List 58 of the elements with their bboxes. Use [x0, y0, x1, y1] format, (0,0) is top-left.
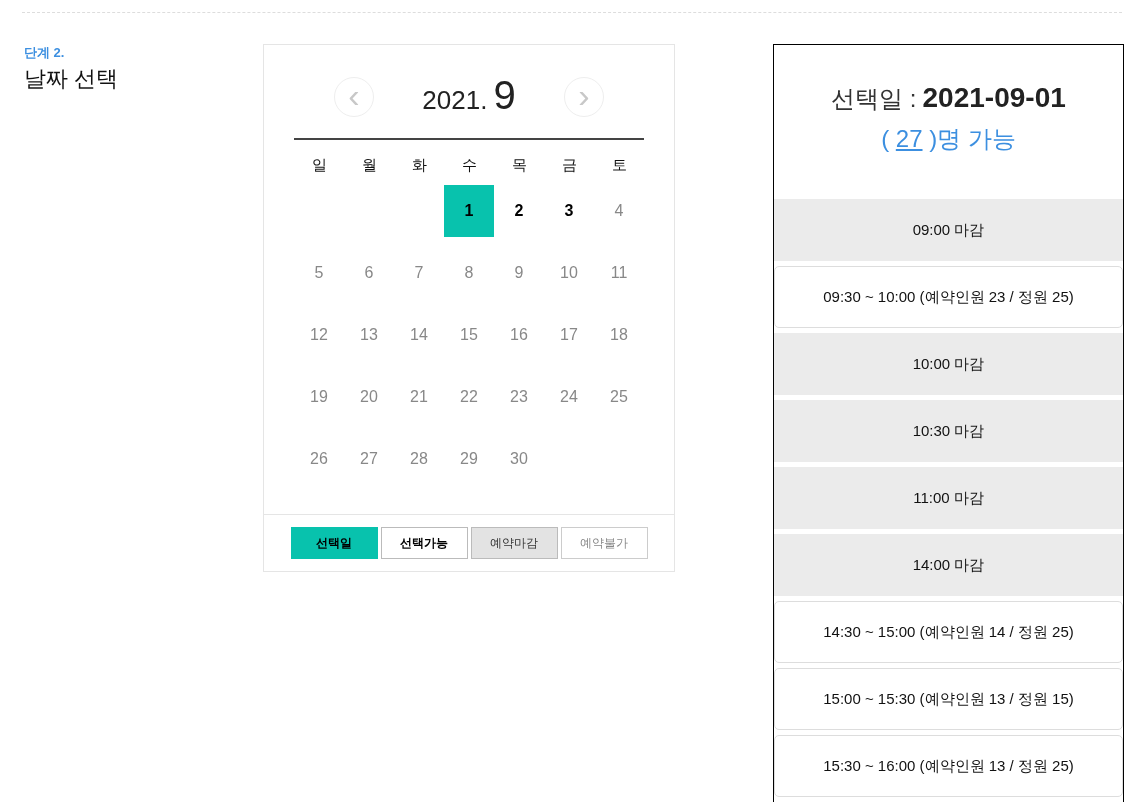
calendar-day[interactable]: 2	[494, 185, 544, 237]
calendar-day[interactable]: 1	[444, 185, 494, 237]
calendar-day[interactable]: 10	[544, 247, 594, 299]
calendar-day[interactable]: 17	[544, 309, 594, 361]
calendar-day[interactable]: 4	[594, 185, 644, 237]
weekday-header: 월	[360, 155, 378, 175]
calendar-day[interactable]: 24	[544, 371, 594, 423]
time-slot[interactable]: 09:30 ~ 10:00 (예약인원 23 / 정원 25)	[774, 266, 1123, 328]
time-slot[interactable]: 15:00 ~ 15:30 (예약인원 13 / 정원 15)	[774, 668, 1123, 730]
time-slot[interactable]: 09:00 마감	[774, 199, 1123, 261]
calendar-day[interactable]: 25	[594, 371, 644, 423]
calendar-day[interactable]: 20	[344, 371, 394, 423]
calendar-day[interactable]: 29	[444, 433, 494, 485]
time-slot[interactable]: 14:00 마감	[774, 534, 1123, 596]
time-slot[interactable]: 11:00 마감	[774, 467, 1123, 529]
calendar-day[interactable]: 16	[494, 309, 544, 361]
weekday-header: 목	[510, 155, 528, 175]
calendar-day[interactable]: 23	[494, 371, 544, 423]
calendar-day[interactable]: 22	[444, 371, 494, 423]
legend-label: 선택일	[290, 527, 378, 559]
time-slot[interactable]: 10:30 마감	[774, 400, 1123, 462]
calendar-day[interactable]: 14	[394, 309, 444, 361]
calendar-day[interactable]: 5	[294, 247, 344, 299]
calendar-day[interactable]: 8	[444, 247, 494, 299]
calendar-month: 9	[493, 74, 516, 116]
weekday-header: 금	[560, 155, 578, 175]
time-slot[interactable]: 10:00 마감	[774, 333, 1123, 395]
calendar-day[interactable]: 27	[344, 433, 394, 485]
weekday-header: 일	[310, 155, 328, 175]
step-label: 단계 2.	[24, 44, 66, 62]
calendar-day[interactable]: 7	[394, 247, 444, 299]
legend-label: 예약마감	[470, 527, 558, 559]
available-count-text: ( 27 )명 가능	[881, 124, 1016, 154]
calendar-day[interactable]: 13	[344, 309, 394, 361]
selected-date-label: 선택일 :	[831, 84, 917, 114]
step-title: 날짜 선택	[24, 65, 120, 93]
weekday-header: 화	[410, 155, 428, 175]
calendar-year: 2021.	[422, 84, 488, 117]
time-slot[interactable]: 15:30 ~ 16:00 (예약인원 13 / 정원 25)	[774, 735, 1123, 797]
calendar-day[interactable]: 19	[294, 371, 344, 423]
calendar-day[interactable]: 26	[294, 433, 344, 485]
legend-label: 선택가능	[380, 527, 468, 559]
calendar-day[interactable]: 11	[594, 247, 644, 299]
legend-label: 예약불가	[560, 527, 648, 559]
calendar-day[interactable]: 9	[494, 247, 544, 299]
calendar-day[interactable]: 15	[444, 309, 494, 361]
calendar-day[interactable]: 6	[344, 247, 394, 299]
calendar-day[interactable]: 28	[394, 433, 444, 485]
time-slot[interactable]: 14:30 ~ 15:00 (예약인원 14 / 정원 25)	[774, 601, 1123, 663]
weekday-header: 토	[610, 155, 628, 175]
calendar-day[interactable]: 21	[394, 371, 444, 423]
available-count-link[interactable]: 27	[895, 125, 923, 152]
calendar-day[interactable]: 18	[594, 309, 644, 361]
calendar-day[interactable]: 30	[494, 433, 544, 485]
weekday-header: 수	[460, 155, 478, 175]
selected-date: 2021-09-01	[922, 81, 1066, 115]
calendar-day[interactable]: 3	[544, 185, 594, 237]
calendar-day[interactable]: 12	[294, 309, 344, 361]
